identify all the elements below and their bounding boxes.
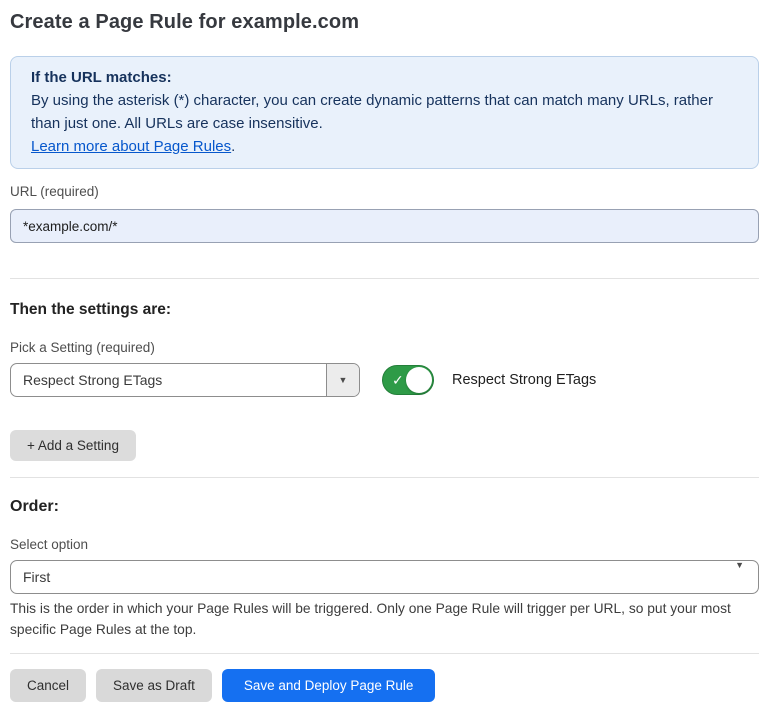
order-help-text: This is the order in which your Page Rul… (10, 598, 750, 640)
setting-select-value: Respect Strong ETags (11, 364, 326, 396)
order-select-value: First (11, 561, 735, 593)
setting-select[interactable]: Respect Strong ETags ▼ (10, 363, 360, 397)
url-label: URL (required) (10, 184, 759, 200)
page-title: Create a Page Rule for example.com (10, 10, 759, 34)
setting-row: Respect Strong ETags ▼ ✓ Respect Strong … (10, 363, 759, 397)
divider (10, 477, 759, 478)
url-input[interactable] (10, 209, 759, 243)
chevron-down-icon: ▼ (339, 376, 348, 385)
url-section: URL (required) (10, 184, 759, 243)
toggle-knob (406, 367, 432, 393)
order-select[interactable]: First ▼ (10, 560, 759, 594)
info-box-heading: If the URL matches: (31, 66, 738, 89)
setting-toggle-label: Respect Strong ETags (452, 372, 596, 388)
link-period: . (231, 138, 235, 155)
divider (10, 653, 759, 654)
save-draft-button[interactable]: Save as Draft (96, 669, 212, 702)
pick-setting-label: Pick a Setting (required) (10, 340, 759, 356)
setting-toggle[interactable]: ✓ (382, 365, 434, 395)
check-icon: ✓ (392, 373, 404, 387)
info-box-link-line: Learn more about Page Rules. (31, 135, 738, 158)
order-section-heading: Order: (10, 497, 759, 516)
order-select-label: Select option (10, 537, 759, 553)
settings-section-heading: Then the settings are: (10, 301, 759, 319)
footer-actions: Cancel Save as Draft Save and Deploy Pag… (10, 669, 759, 702)
divider (10, 278, 759, 279)
learn-more-link[interactable]: Learn more about Page Rules (31, 138, 231, 155)
setting-select-arrow-button[interactable]: ▼ (326, 364, 359, 396)
url-match-info-box: If the URL matches: By using the asteris… (10, 56, 759, 169)
chevron-down-icon: ▼ (735, 561, 744, 593)
save-deploy-button[interactable]: Save and Deploy Page Rule (222, 669, 436, 702)
cancel-button[interactable]: Cancel (10, 669, 86, 702)
info-box-body: By using the asterisk (*) character, you… (31, 89, 738, 135)
add-setting-button[interactable]: + Add a Setting (10, 430, 136, 461)
